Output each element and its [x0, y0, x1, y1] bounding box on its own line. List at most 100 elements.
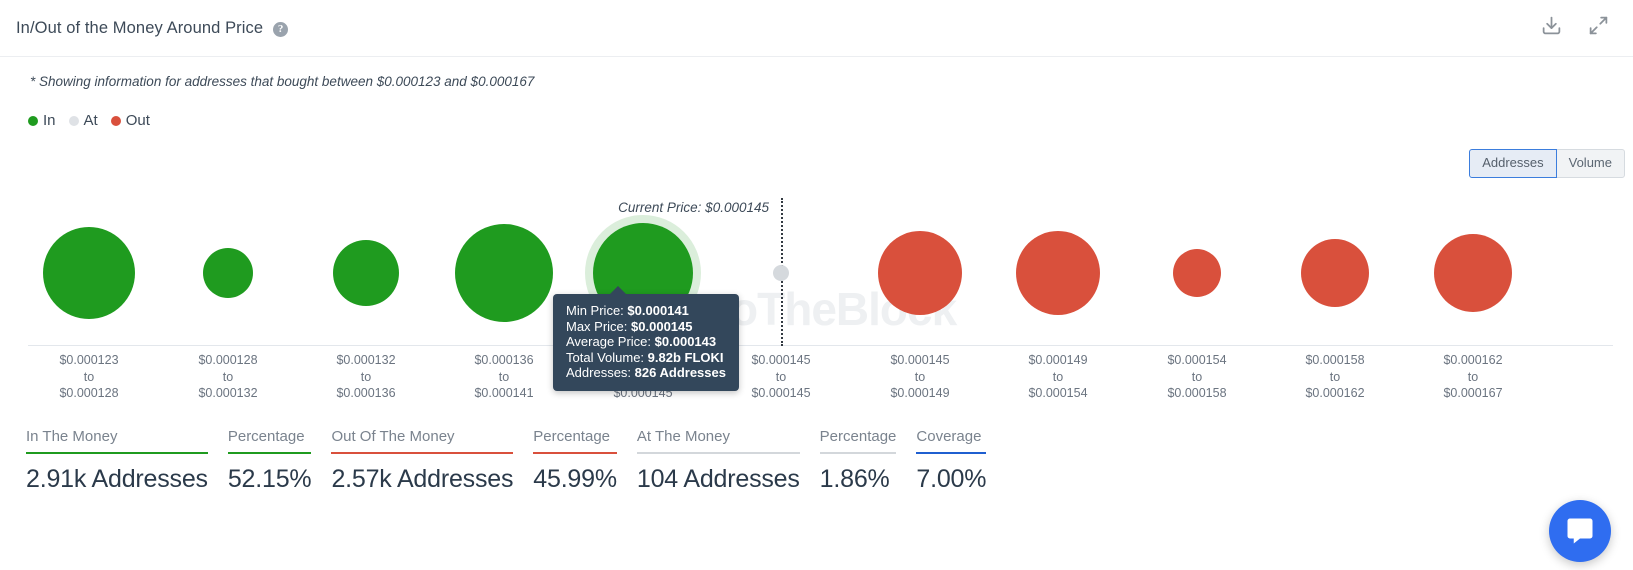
summary-stats: In The Money 2.91k Addresses Percentage 52.… — [26, 428, 1006, 494]
bubble-out-7[interactable] — [1016, 231, 1100, 315]
x-label-to: to — [222, 369, 234, 384]
x-label-min: $0.000162 — [1443, 353, 1503, 367]
stat-label: Percentage — [533, 428, 611, 445]
stat-value: 45.99% — [533, 465, 617, 493]
tooltip-value: $0.000141 — [627, 303, 689, 318]
x-label-min: $0.000149 — [1028, 353, 1088, 367]
x-label-min: $0.000154 — [1167, 353, 1227, 367]
stat-percentage-3: Percentage 45.99% — [533, 428, 617, 494]
x-axis-label: $0.000145 to $0.000145 — [751, 352, 810, 402]
metric-toggle-group[interactable]: Addresses Volume — [1469, 149, 1625, 179]
tooltip-row: Max Price: $0.000145 — [566, 319, 726, 335]
x-label-max: $0.000141 — [474, 386, 534, 400]
x-axis-label: $0.000132 to $0.000136 — [336, 352, 395, 402]
tooltip-label: Min Price: — [566, 303, 624, 318]
x-axis-label: $0.000128 to $0.000132 — [198, 352, 257, 402]
current-price-label: Current Price: $0.000145 — [618, 200, 769, 215]
x-label-to: to — [1329, 369, 1341, 384]
tooltip-label: Max Price: — [566, 318, 628, 334]
tooltip-label: Average Price: — [566, 334, 652, 349]
bubble-out-6[interactable] — [878, 231, 962, 315]
stat-value: 2.91k Addresses — [26, 465, 208, 493]
chart-legend: In At Out — [28, 112, 158, 129]
chart-subnote: * Showing information for addresses that… — [30, 74, 535, 89]
x-axis-label: $0.000145 to $0.000149 — [890, 352, 949, 402]
x-axis-label: $0.000158 to $0.000162 — [1305, 352, 1364, 402]
x-axis-label: $0.000123 to $0.000128 — [59, 352, 118, 402]
bubble-tooltip: Min Price: $0.000141 Max Price: $0.000145… — [553, 286, 739, 391]
bubble-at-the-money[interactable] — [773, 265, 789, 281]
x-label-max: $0.000162 — [1305, 386, 1365, 400]
stat-value: 104 Addresses — [636, 465, 800, 493]
toggle-addresses-button[interactable]: Addresses — [1469, 149, 1557, 179]
x-label-to: to — [1467, 369, 1479, 384]
tooltip-row: Total Volume: 9.82b FLOKI — [566, 350, 726, 366]
legend-label: At — [83, 112, 98, 129]
x-label-to: to — [83, 369, 95, 384]
download-icon[interactable] — [1541, 15, 1562, 41]
tooltip-label: Addresses: — [566, 365, 632, 380]
stat-label: Percentage — [819, 428, 897, 445]
x-label-min: $0.000136 — [474, 353, 534, 367]
x-label-min: $0.000132 — [336, 353, 396, 367]
legend-item-at[interactable]: At — [68, 112, 98, 129]
bubble-in-0[interactable] — [43, 227, 135, 319]
toggle-volume-button[interactable]: Volume — [1555, 149, 1625, 179]
stat-out-of-the-money-2: Out Of The Money 2.57k Addresses — [331, 428, 513, 494]
legend-item-in[interactable]: In — [28, 112, 56, 129]
stat-percentage-5: Percentage 1.86% — [819, 428, 897, 494]
tooltip-value: $0.000143 — [654, 334, 717, 349]
stat-label: At The Money — [636, 428, 730, 445]
bubble-in-3[interactable] — [455, 224, 553, 322]
tooltip-row: Min Price: $0.000141 — [566, 303, 726, 319]
tooltip-row: Average Price: $0.000143 — [566, 334, 726, 350]
tooltip-row: Addresses: 826 Addresses — [566, 365, 726, 381]
bubble-in-2[interactable] — [333, 240, 399, 306]
x-label-to: to — [775, 369, 787, 384]
x-label-min: $0.000123 — [59, 353, 119, 367]
x-label-to: to — [914, 369, 926, 384]
x-label-to: to — [1191, 369, 1203, 384]
legend-swatch-icon — [110, 115, 121, 126]
tooltip-arrow — [609, 286, 627, 295]
x-label-max: $0.000128 — [59, 386, 119, 400]
x-label-to: to — [360, 369, 372, 384]
x-label-min: $0.000145 — [751, 353, 811, 367]
tooltip-value: 9.82b FLOKI — [647, 349, 724, 365]
stat-label: Out Of The Money — [331, 428, 455, 445]
bubble-in-1[interactable] — [203, 248, 253, 298]
x-label-min: $0.000128 — [198, 353, 258, 367]
x-label-max: $0.000158 — [1167, 386, 1227, 400]
bubble-out-8[interactable] — [1173, 249, 1221, 297]
bubble-chart: IntoTheBlock $0.000123 to $0.000128 $0.0001… — [0, 190, 1633, 410]
tooltip-value: 826 Addresses — [634, 365, 726, 380]
bubble-out-10[interactable] — [1434, 234, 1512, 312]
x-label-max: $0.000154 — [1028, 386, 1088, 400]
stat-percentage-1: Percentage 52.15% — [227, 428, 312, 494]
stat-at-the-money-4: At The Money 104 Addresses — [636, 428, 800, 494]
page-title: In/Out of the Money Around Price — [16, 18, 264, 37]
chat-widget-button[interactable] — [1549, 500, 1611, 562]
bubble-out-9[interactable] — [1301, 239, 1369, 307]
x-axis-line — [28, 345, 1613, 346]
stat-value: 1.86% — [819, 465, 890, 493]
legend-item-out[interactable]: Out — [110, 112, 150, 129]
stat-in-the-money-0: In The Money 2.91k Addresses — [26, 428, 208, 494]
expand-icon[interactable] — [1588, 15, 1609, 41]
stat-value: 2.57k Addresses — [331, 465, 514, 493]
stat-value: 7.00% — [916, 465, 987, 493]
stat-coverage-6: Coverage 7.00% — [916, 428, 986, 494]
x-label-to: to — [498, 369, 510, 384]
x-label-max: $0.000145 — [751, 386, 811, 400]
x-label-min: $0.000158 — [1305, 353, 1365, 367]
tooltip-label: Total Volume: — [566, 349, 645, 365]
stat-label: Coverage — [916, 428, 982, 445]
legend-swatch-icon — [28, 115, 38, 126]
x-axis-label: $0.000162 to $0.000167 — [1443, 352, 1502, 402]
x-label-max: $0.000132 — [198, 386, 258, 400]
stat-label: In The Money — [26, 428, 118, 445]
question-mark-icon[interactable]: ? — [273, 21, 289, 37]
chat-bubble-icon — [1567, 518, 1593, 544]
x-label-max: $0.000149 — [890, 386, 950, 400]
card-header: In/Out of the Money Around Price ? — [0, 0, 1633, 57]
